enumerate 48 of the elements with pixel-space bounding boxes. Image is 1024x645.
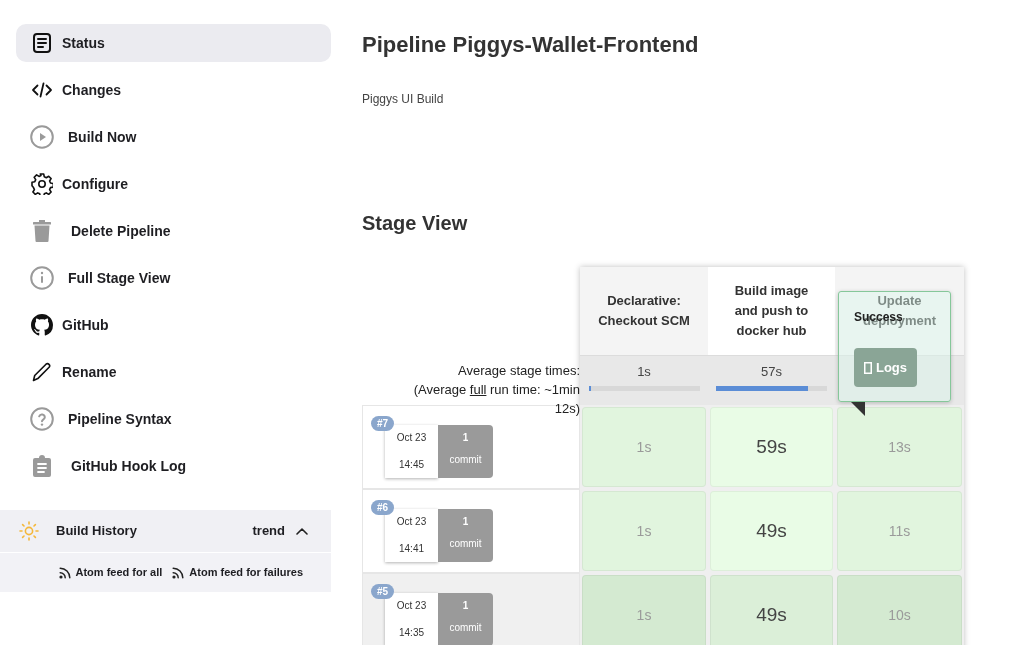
trend-link[interactable]: trend <box>252 521 285 541</box>
build-time: 14:35 <box>399 627 424 639</box>
popover-pointer-icon <box>851 402 865 416</box>
build-date: Oct 23 <box>396 600 427 612</box>
square-icon <box>863 361 872 374</box>
help-icon <box>30 407 54 431</box>
nav-link[interactable]: GitHub Hook Log <box>16 447 331 485</box>
build-history-title: Build History <box>56 522 137 541</box>
build-date: Oct 23 <box>396 516 427 528</box>
build-time: 14:45 <box>399 459 424 471</box>
nav-link[interactable]: Changes <box>16 71 331 109</box>
nav-link[interactable]: Pipeline Syntax <box>16 400 331 438</box>
average-time: 1s <box>637 364 651 380</box>
average-run-time: (Average full run time: ~1min 12s) <box>412 381 580 418</box>
document-icon <box>33 33 51 53</box>
play-circle-icon <box>30 125 54 149</box>
nav-link[interactable]: Status <box>16 24 331 62</box>
stage-duration-cell[interactable]: 59s <box>710 407 833 487</box>
rss-icon <box>172 566 185 579</box>
nav-link[interactable]: GitHub <box>16 306 331 344</box>
average-time: 57s <box>761 364 782 380</box>
sun-icon <box>19 521 39 541</box>
nav-link[interactable]: Configure <box>16 165 331 203</box>
feed-link[interactable]: Atom feed for failures <box>172 564 303 581</box>
full-link[interactable]: full <box>469 382 487 397</box>
stage-header: Build image and push to docker hub <box>708 267 835 355</box>
rss-icon <box>58 566 71 579</box>
nav-link[interactable]: Build Now <box>16 118 331 156</box>
section-heading: Stage View <box>362 211 469 236</box>
average-label: Average stage times: <box>458 362 580 380</box>
clipboard-icon <box>33 455 51 477</box>
build-time: 14:41 <box>399 543 424 555</box>
page-title: Pipeline Piggys-Wallet-Frontend <box>362 31 700 59</box>
info-icon <box>30 266 54 290</box>
nav-link[interactable]: Rename <box>16 353 331 391</box>
nav-link[interactable]: Full Stage View <box>16 259 331 297</box>
stage-header: Declarative: Checkout SCM <box>580 267 708 355</box>
stage-duration-cell[interactable]: 49s <box>710 575 833 645</box>
nav-link[interactable]: Delete Pipeline <box>16 212 331 250</box>
build-date: Oct 23 <box>396 432 427 444</box>
gear-icon <box>31 173 53 195</box>
pencil-icon <box>32 362 52 382</box>
trash-icon <box>33 220 51 242</box>
feed-link[interactable]: Atom feed for all <box>58 564 163 581</box>
github-icon <box>31 314 53 336</box>
stage-duration-cell[interactable]: 49s <box>710 491 833 571</box>
pipeline-description: Piggys UI Build <box>362 91 445 107</box>
code-icon <box>31 82 53 98</box>
